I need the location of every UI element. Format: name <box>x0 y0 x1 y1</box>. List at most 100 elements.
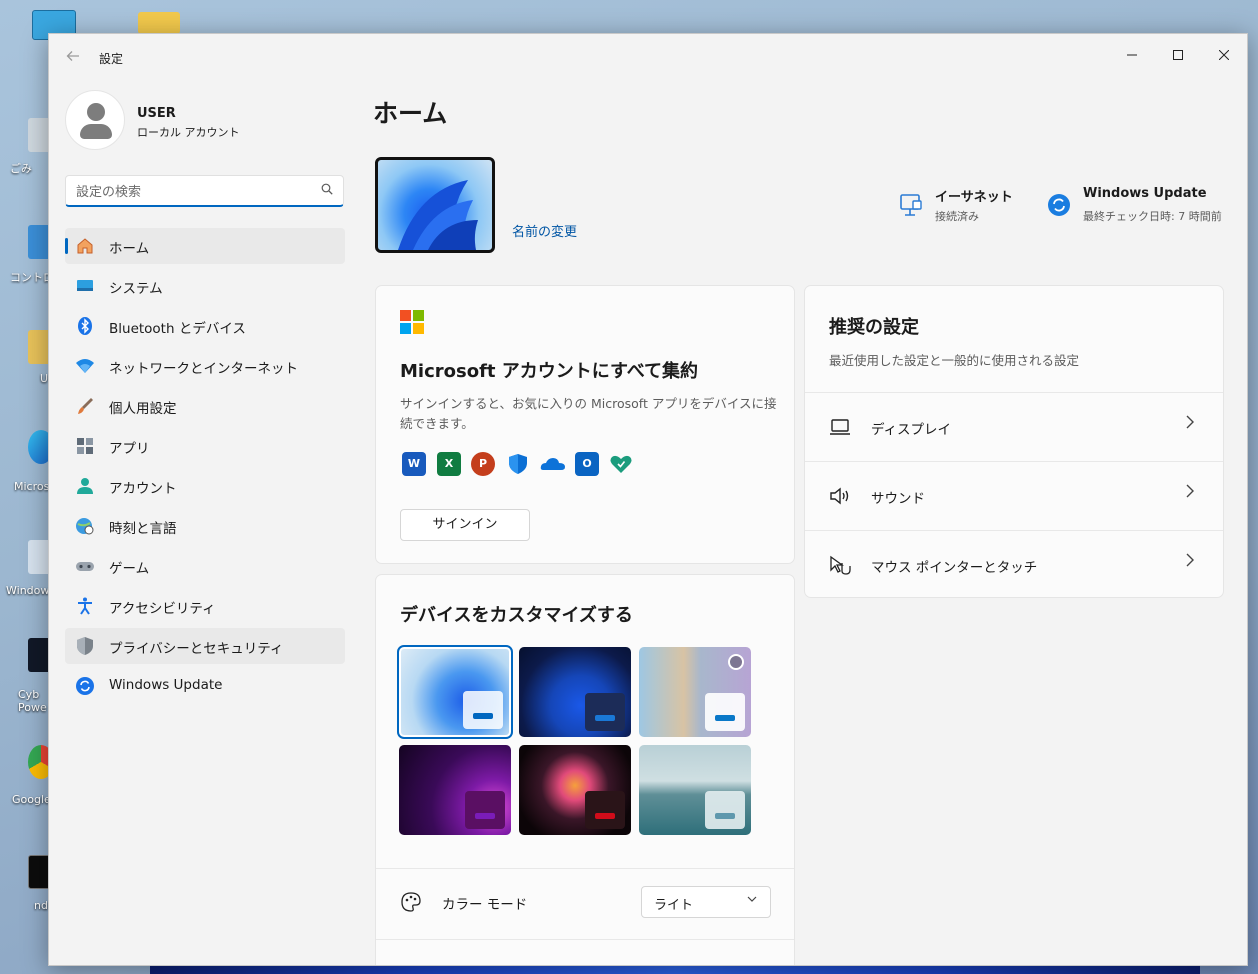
sidebar-item-time-language[interactable]: 時刻と言語 <box>65 508 345 544</box>
desktop-icon-cyberpower[interactable]: Cyb Powe <box>4 638 54 714</box>
microsoft-account-card: Microsoft アカウントにすべて集約 サインインすると、お気に入りの Mi… <box>375 285 795 564</box>
chevron-right-icon <box>1186 415 1194 429</box>
onedrive-icon <box>540 452 565 476</box>
theme-preview-window <box>705 693 745 731</box>
user-profile[interactable]: USER ローカル アカウント <box>65 90 345 154</box>
sidebar-item-network[interactable]: ネットワークとインターネット <box>65 348 345 384</box>
system-icon <box>75 276 95 296</box>
desktop-icon-label: ごみ <box>10 162 32 175</box>
theme-preview-window <box>465 791 505 829</box>
desktop-icon-chrome[interactable]: Google <box>4 745 54 819</box>
desktop-icon-label: Window <box>6 584 50 597</box>
desktop-icon-user[interactable]: U <box>4 330 54 404</box>
sidebar-item-label: プライバシーとセキュリティ <box>109 641 284 657</box>
recommended-title: 推奨の設定 <box>829 317 919 338</box>
theme-preview-window <box>585 791 625 829</box>
page-title: ホーム <box>373 99 448 128</box>
recommended-item-display[interactable]: ディスプレイ <box>805 392 1223 460</box>
desktop-icon-windows[interactable]: Window <box>4 540 54 614</box>
sidebar-item-apps[interactable]: アプリ <box>65 428 345 464</box>
device-wallpaper-thumbnail <box>375 157 495 253</box>
minimize-icon <box>1127 54 1137 56</box>
recommended-item-sound[interactable]: サウンド <box>805 461 1223 529</box>
sidebar-item-accounts[interactable]: アカウント <box>65 468 345 504</box>
recommended-item-label: サウンド <box>871 491 925 507</box>
excel-icon: X <box>437 452 461 476</box>
desktop-icon-edge[interactable]: Micros <box>4 430 54 504</box>
sidebar-item-label: ネットワークとインターネット <box>109 361 298 377</box>
avatar <box>65 90 125 150</box>
ethernet-status-text: 接続済み <box>935 210 979 223</box>
accessibility-icon <box>75 596 95 616</box>
color-mode-dropdown[interactable]: ライト <box>641 886 771 918</box>
word-icon: W <box>402 452 426 476</box>
arrow-left-icon <box>66 51 79 61</box>
theme-windows-light[interactable] <box>397 645 513 739</box>
windows-update-title: Windows Update <box>1083 186 1207 201</box>
account-icon <box>75 476 95 496</box>
folder-icon[interactable] <box>138 12 180 34</box>
theme-preview-window <box>463 691 503 729</box>
search-icon <box>321 183 333 195</box>
theme-preview-window <box>705 791 745 829</box>
sidebar-item-label: 時刻と言語 <box>109 521 177 537</box>
sidebar-item-gaming[interactable]: ゲーム <box>65 548 345 584</box>
desktop-icon-label: Micros <box>14 480 50 493</box>
sidebar-item-windows-update[interactable]: Windows Update <box>65 668 345 704</box>
maximize-button[interactable] <box>1155 40 1201 72</box>
customize-device-card: デバイスをカスタマイズする カラー モード ライト <box>375 574 795 965</box>
minimize-button[interactable] <box>1109 40 1155 72</box>
shield-icon <box>75 636 95 656</box>
account-type: ローカル アカウント <box>137 126 240 139</box>
sidebar-item-label: アプリ <box>109 441 150 457</box>
apps-icon <box>75 436 95 456</box>
theme-glow-nature[interactable] <box>639 647 751 737</box>
customize-title: デバイスをカスタマイズする <box>400 605 633 626</box>
back-button[interactable] <box>63 48 83 68</box>
theme-preview-window <box>585 693 625 731</box>
update-icon <box>75 676 95 696</box>
chevron-right-icon <box>1186 484 1194 498</box>
sidebar-item-label: アクセシビリティ <box>109 601 216 617</box>
recommended-subtitle: 最近使用した設定と一般的に使用される設定 <box>829 353 1080 368</box>
theme-flow-lake[interactable] <box>639 745 751 835</box>
outlook-icon: O <box>575 452 599 476</box>
ms-account-description: サインインすると、お気に入りの Microsoft アプリをデバイスに接続できま… <box>400 396 777 431</box>
theme-badge-icon <box>728 654 744 670</box>
avatar-head <box>87 103 105 121</box>
sidebar-item-home[interactable]: ホーム <box>65 228 345 264</box>
theme-glow-purple[interactable] <box>399 745 511 835</box>
sidebar-item-label: 個人用設定 <box>109 401 177 417</box>
theme-windows-dark[interactable] <box>519 647 631 737</box>
desktop-icon-control[interactable]: コントロー <box>4 225 65 299</box>
recommended-item-label: ディスプレイ <box>871 422 952 438</box>
chevron-right-icon <box>1186 553 1194 567</box>
search-input[interactable] <box>76 182 306 202</box>
desktop-icon-cmd[interactable]: nd <box>4 855 54 929</box>
title-bar: 設定 <box>49 34 1247 82</box>
rename-link[interactable]: 名前の変更 <box>512 221 577 240</box>
desktop-icon-pc[interactable] <box>4 10 76 84</box>
sidebar-item-bluetooth[interactable]: Bluetooth とデバイス <box>65 308 345 344</box>
recommended-item-mouse-touch[interactable]: マウス ポインターとタッチ <box>805 530 1223 598</box>
sidebar-item-accessibility[interactable]: アクセシビリティ <box>65 588 345 624</box>
sidebar-item-system[interactable]: システム <box>65 268 345 304</box>
chevron-down-icon <box>747 896 757 902</box>
desktop-icon-label: U <box>40 372 49 385</box>
search-box[interactable] <box>65 175 344 207</box>
brush-icon <box>75 396 95 416</box>
close-button[interactable] <box>1201 40 1247 72</box>
sidebar-item-personalization[interactable]: 個人用設定 <box>65 388 345 424</box>
family-safety-icon <box>609 452 633 476</box>
maximize-icon <box>1173 50 1183 60</box>
home-icon <box>75 236 95 256</box>
sidebar-item-privacy-security[interactable]: プライバシーとセキュリティ <box>65 628 345 664</box>
theme-captured-motion[interactable] <box>519 745 631 835</box>
next-setting-row <box>376 939 794 965</box>
signin-button[interactable]: サインイン <box>400 509 530 541</box>
desktop-icon-recycle[interactable]: ごみ <box>4 118 54 192</box>
sidebar-item-label: アカウント <box>109 481 177 497</box>
desktop-icon-label: nd <box>34 899 48 912</box>
recommended-item-label: マウス ポインターとタッチ <box>871 560 1038 576</box>
color-mode-label: カラー モード <box>442 897 528 913</box>
